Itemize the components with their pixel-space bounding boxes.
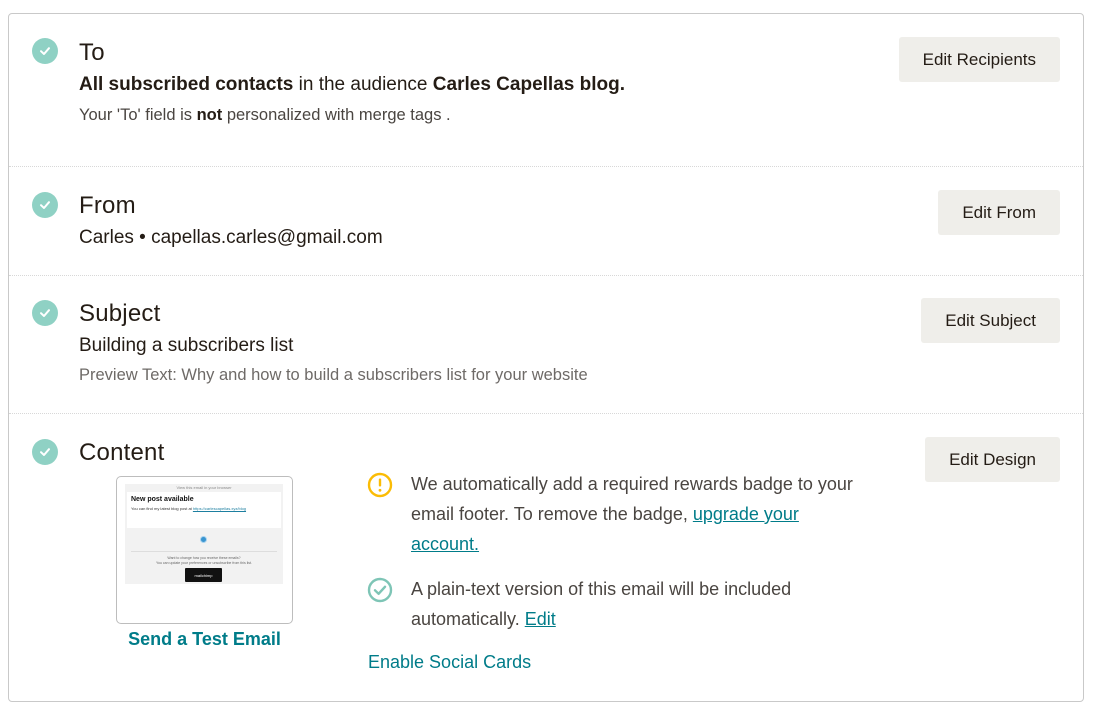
section-from: From Carles • capellas.carles@gmail.com …: [9, 167, 1083, 276]
section-title: To: [79, 39, 105, 66]
edit-design-button[interactable]: Edit Design: [925, 437, 1060, 482]
email-preview-thumbnail[interactable]: View this email in your browser New post…: [116, 476, 293, 624]
audience-name: Carles Capellas blog.: [432, 74, 625, 95]
note-text-post: personalized with merge tags .: [222, 106, 451, 124]
preview-text: Preview Text: Why and how to build a sub…: [79, 366, 588, 384]
preview-topbar: View this email in your browser: [176, 485, 232, 490]
recipients-summary: All subscribed contacts in the audience …: [79, 74, 625, 96]
section-subject: Subject Building a subscribers list Prev…: [9, 276, 1083, 414]
check-circle-icon: [32, 192, 58, 218]
edit-plain-text-link[interactable]: Edit: [525, 609, 556, 629]
preview-card: New post available You can find my lates…: [127, 492, 281, 528]
personalization-note: Your 'To' field is not personalized with…: [79, 106, 451, 125]
preview-footer-line2: You can update your preferences or unsub…: [156, 561, 252, 565]
preview-footer: Want to change how you receive these ema…: [125, 556, 283, 566]
email-preview-body: View this email in your browser New post…: [125, 484, 283, 584]
notice-body: A plain-text version of this email will …: [411, 579, 792, 629]
notice-text: A plain-text version of this email will …: [411, 574, 867, 634]
edit-subject-button[interactable]: Edit Subject: [921, 298, 1060, 343]
enable-social-cards-link[interactable]: Enable Social Cards: [368, 652, 531, 673]
check-outline-icon: [367, 577, 393, 603]
notice-text: We automatically add a required rewards …: [411, 469, 867, 559]
check-circle-icon: [32, 439, 58, 465]
section-title: Subject: [79, 300, 161, 327]
campaign-checklist-panel: To All subscribed contacts in the audien…: [8, 13, 1084, 702]
mailchimp-badge: mailchimp: [185, 568, 222, 582]
section-content: Content Edit Design View this email in y…: [9, 414, 1083, 703]
check-circle-icon: [32, 300, 58, 326]
send-test-email-link[interactable]: Send a Test Email: [116, 629, 293, 650]
subject-line: Building a subscribers list: [79, 335, 294, 356]
preview-body-link: https://carlescapellas.xyz/blog: [192, 506, 247, 511]
preview-social-icon: [200, 536, 207, 543]
section-to: To All subscribed contacts in the audien…: [9, 14, 1083, 167]
check-circle-icon: [32, 38, 58, 64]
recipients-segment: All subscribed contacts: [79, 74, 294, 95]
sender-info: Carles • capellas.carles@gmail.com: [79, 227, 383, 248]
section-title: From: [79, 192, 136, 219]
preview-heading: New post available: [131, 496, 194, 503]
preview-body-text: You can find my latest blog post at http…: [131, 506, 277, 511]
note-text-pre: Your 'To' field is: [79, 106, 197, 124]
preview-divider: [131, 551, 277, 552]
section-title: Content: [79, 439, 165, 466]
note-text-bold: not: [196, 106, 223, 124]
preview-body-pre: You can find my latest blog post at: [131, 506, 193, 511]
plain-text-notice: A plain-text version of this email will …: [367, 574, 867, 634]
edit-from-button[interactable]: Edit From: [938, 190, 1060, 235]
edit-recipients-button[interactable]: Edit Recipients: [898, 37, 1060, 82]
rewards-badge-notice: We automatically add a required rewards …: [367, 469, 867, 559]
recipients-mid-text: in the audience: [293, 74, 433, 95]
warning-circle-icon: [367, 472, 393, 498]
